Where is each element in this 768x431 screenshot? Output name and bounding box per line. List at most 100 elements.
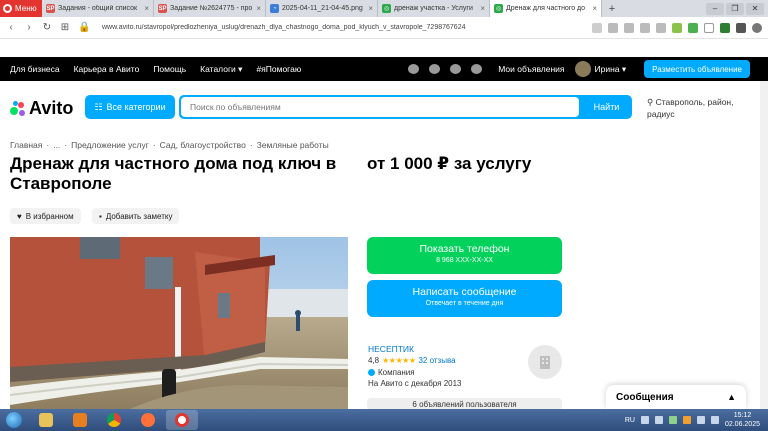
close-icon[interactable]: × <box>480 4 485 13</box>
camera-icon[interactable] <box>608 22 618 33</box>
extension-icon[interactable] <box>672 22 682 33</box>
page-title: Дренаж для частного дома под ключ в Став… <box>10 154 337 193</box>
nav-link-catalogs[interactable]: Каталоги ▾ <box>200 64 242 75</box>
tray-icon[interactable] <box>640 416 649 424</box>
breadcrumb-separator: · <box>64 140 68 150</box>
tray-icon[interactable] <box>682 416 691 424</box>
tray-icon[interactable] <box>668 416 677 424</box>
listing-photo[interactable] <box>10 237 348 409</box>
forward-icon[interactable]: › <box>24 22 34 33</box>
add-note-button[interactable]: ▪ Добавить заметку <box>92 208 180 224</box>
write-message-button[interactable]: Написать сообщение Отвечает в течение дн… <box>367 280 562 317</box>
seller-name-link[interactable]: НЕСЕПТИК <box>368 344 414 354</box>
close-icon[interactable]: × <box>592 4 597 13</box>
extension-icon[interactable] <box>704 22 714 33</box>
user-menu[interactable]: Ирина ▾ <box>574 61 627 77</box>
breadcrumb-separator: · <box>249 140 253 150</box>
notifications-bell-icon[interactable] <box>429 64 441 74</box>
seller-type-label: Компания <box>378 368 415 377</box>
tabs-grid-icon[interactable]: ⊞ <box>60 22 70 33</box>
browser-tab[interactable]: ◎ дренаж участка - Услуги × <box>378 0 490 17</box>
user-name: Ирина ▾ <box>594 63 627 74</box>
reload-icon[interactable]: ↻ <box>42 22 52 33</box>
chat-icon[interactable] <box>450 64 462 74</box>
nav-link-help[interactable]: Помощь <box>153 64 186 74</box>
windows-taskbar: RU 15:12 02.06.2025 <box>0 409 768 431</box>
seller-rating: 4,8 ★★★★★ 32 отзыва <box>368 356 456 365</box>
opera-menu-button[interactable]: Меню <box>0 0 42 17</box>
network-icon[interactable] <box>696 416 705 424</box>
all-categories-label: Все категории <box>106 102 166 112</box>
nav-link-business[interactable]: Для бизнеса <box>10 64 60 74</box>
profile-icon[interactable] <box>752 22 762 33</box>
language-indicator[interactable]: RU <box>625 417 635 424</box>
breadcrumb-item[interactable]: Предложение услуг <box>71 140 149 150</box>
maximize-icon[interactable]: ❐ <box>726 2 744 15</box>
download-icon[interactable] <box>656 22 666 33</box>
browser-tab[interactable]: SP Задания - общий список × <box>42 0 154 17</box>
breadcrumb-item[interactable]: Сад, благоустройство <box>160 140 246 150</box>
reviews-link[interactable]: 32 отзыва <box>418 356 455 365</box>
close-icon[interactable]: × <box>368 4 373 13</box>
location-pin-icon: ⚲ <box>647 97 654 107</box>
seller-avatar[interactable] <box>528 345 562 379</box>
post-ad-button[interactable]: Разместить объявление <box>644 60 750 78</box>
volume-icon[interactable] <box>710 416 719 424</box>
taskbar-firefox[interactable] <box>132 410 164 430</box>
close-window-icon[interactable]: ✕ <box>746 2 764 15</box>
messages-title: Сообщения <box>616 391 674 403</box>
back-icon[interactable]: ‹ <box>6 22 16 33</box>
browser-tab-active[interactable]: ◎ Дренаж для частного до × <box>490 0 602 17</box>
show-phone-button[interactable]: Показать телефон 8 968 XXX-XX-XX <box>367 237 562 274</box>
lock-icon[interactable]: 🔒 <box>78 22 90 33</box>
nav-link-career[interactable]: Карьера в Авито <box>74 64 140 74</box>
tab-title: Дренаж для частного до <box>506 5 586 12</box>
my-ads-link[interactable]: Мои объявления <box>498 64 564 74</box>
clock-time: 15:12 <box>733 412 752 419</box>
close-icon[interactable]: × <box>256 4 261 13</box>
all-categories-button[interactable]: ☷ Все категории <box>85 95 175 119</box>
verified-badge-icon <box>368 369 375 376</box>
avito-logo[interactable]: Avito <box>10 98 73 119</box>
extension-icon[interactable] <box>592 22 602 33</box>
screenshot-icon[interactable] <box>624 22 634 33</box>
extension-icon[interactable] <box>720 22 730 33</box>
taskbar-opera[interactable] <box>166 410 198 430</box>
avito-favicon-icon: ◎ <box>494 4 503 13</box>
taskbar-chrome[interactable] <box>98 410 130 430</box>
start-button[interactable] <box>0 409 28 431</box>
search-bar: Найти <box>179 95 632 119</box>
location-selector[interactable]: ⚲ Ставрополь, район, радиус <box>647 96 757 120</box>
clock[interactable]: 15:12 02.06.2025 <box>725 411 760 429</box>
page-scrollbar[interactable] <box>760 81 768 409</box>
tab-title: 2025-04-11_21-04-45.png <box>282 5 363 12</box>
nav-link-ihelp[interactable]: #яПомогаю <box>256 64 301 74</box>
breadcrumb-item[interactable]: Земляные работы <box>257 140 329 150</box>
response-time: Отвечает в течение дня <box>425 300 504 307</box>
browser-tab-strip: Меню SP Задания - общий список × SP Зада… <box>0 0 768 17</box>
browser-tab[interactable]: SP Задание №2624775 - про × <box>154 0 266 17</box>
extension-icon[interactable] <box>688 22 698 33</box>
taskbar-media-player[interactable] <box>64 410 96 430</box>
rating-value: 4,8 <box>368 356 380 365</box>
new-tab-button[interactable]: + <box>602 0 622 17</box>
minimize-icon[interactable]: – <box>706 2 724 15</box>
browser-tab[interactable]: ◔ 2025-04-11_21-04-45.png × <box>266 0 378 17</box>
close-icon[interactable]: × <box>144 4 149 13</box>
note-icon: ▪ <box>99 211 102 221</box>
search-button[interactable]: Найти <box>581 95 632 119</box>
menu-icon[interactable] <box>736 22 746 33</box>
messages-widget[interactable]: Сообщения ▲ <box>606 385 746 409</box>
chevron-up-icon[interactable]: ▲ <box>727 392 736 402</box>
url-field[interactable]: www.avito.ru/stavropol/predlozheniya_usl… <box>96 24 584 31</box>
breadcrumb-item[interactable]: ... <box>53 140 60 150</box>
favorites-heart-icon[interactable] <box>408 64 420 74</box>
cart-icon[interactable] <box>471 64 483 74</box>
tray-icon[interactable] <box>654 416 663 424</box>
breadcrumb-item[interactable]: Главная <box>10 140 42 150</box>
heart-icon[interactable] <box>640 22 650 33</box>
favorite-button[interactable]: ♥ В избранном <box>10 208 81 224</box>
taskbar-explorer[interactable] <box>30 410 62 430</box>
seller-type: Компания <box>368 368 415 377</box>
search-input[interactable] <box>181 97 579 117</box>
